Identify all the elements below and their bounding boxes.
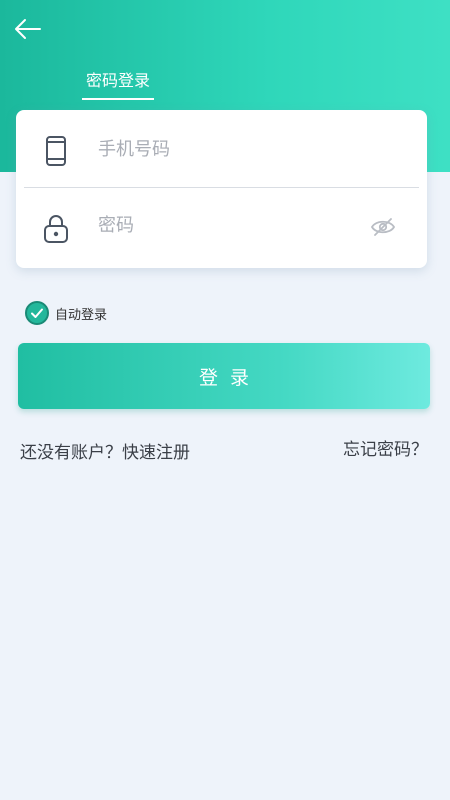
login-button-label: 登录 bbox=[198, 366, 261, 389]
password-input[interactable] bbox=[96, 206, 360, 244]
tab-active-indicator bbox=[82, 98, 154, 100]
auto-login-label: 自动登录 bbox=[55, 307, 108, 323]
forgot-password-link[interactable]: 忘记密码？ bbox=[343, 435, 428, 460]
login-button[interactable]: 登录 bbox=[18, 343, 430, 409]
tab-password-login[interactable]: 密码登录 bbox=[82, 70, 154, 100]
tab-label: 密码登录 bbox=[85, 71, 150, 90]
phone-icon bbox=[42, 135, 70, 167]
lock-icon bbox=[42, 212, 70, 244]
login-form-card bbox=[16, 110, 427, 268]
phone-field bbox=[16, 110, 427, 186]
field-divider bbox=[24, 187, 419, 188]
phone-input[interactable] bbox=[96, 130, 360, 168]
auto-login-checkbox[interactable]: 自动登录 bbox=[25, 299, 107, 327]
arrow-left-icon bbox=[15, 19, 41, 39]
eye-hidden-icon[interactable] bbox=[370, 216, 396, 238]
password-field bbox=[16, 190, 427, 266]
back-button[interactable] bbox=[12, 14, 44, 44]
register-link[interactable]: 还没有账户？快速注册 bbox=[20, 438, 190, 463]
checkbox-checked-icon bbox=[25, 301, 49, 325]
